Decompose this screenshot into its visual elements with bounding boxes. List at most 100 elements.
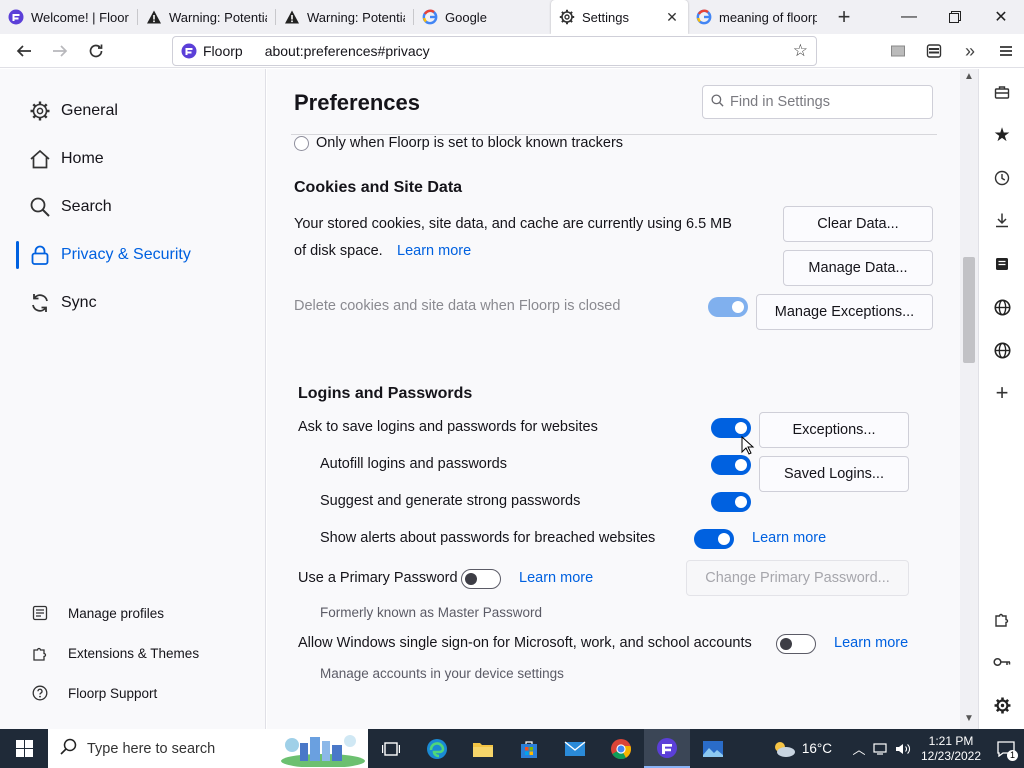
manage-data-button[interactable]: Manage Data... <box>783 250 933 286</box>
sidebar-toggle-icon[interactable] <box>916 43 952 59</box>
close-window-button[interactable]: ✕ <box>978 0 1024 34</box>
tab-label: Welcome! | Floorp <box>31 9 129 25</box>
google-icon <box>422 9 438 25</box>
screenshot-icon[interactable] <box>880 43 916 59</box>
tab-meaning-of-floorp[interactable]: meaning of floorp <box>688 0 825 34</box>
identity-label: Floorp <box>203 43 243 59</box>
reload-button[interactable] <box>78 35 114 67</box>
tab-google[interactable]: Google <box>414 0 551 34</box>
bookmarks-star-icon[interactable]: ★ <box>979 119 1024 151</box>
weather-temp[interactable]: 16°C <box>802 741 832 756</box>
settings-gear-icon[interactable] <box>979 689 1024 721</box>
toolbox-icon[interactable] <box>979 76 1024 108</box>
scroll-down-icon[interactable]: ▼ <box>960 713 978 724</box>
taskbar-search-placeholder: Type here to search <box>87 740 216 757</box>
delete-on-close-toggle[interactable] <box>708 297 748 317</box>
hamburger-menu-icon[interactable] <box>988 43 1024 59</box>
cookies-heading: Cookies and Site Data <box>294 179 463 196</box>
restore-button[interactable] <box>932 0 978 34</box>
url-text[interactable]: about:preferences#privacy <box>265 43 430 59</box>
tab-settings[interactable]: Settings ✕ <box>551 0 688 34</box>
notification-center-icon[interactable]: 1 <box>988 740 1024 761</box>
identity-box[interactable]: Floorp <box>181 43 243 59</box>
weather-icon[interactable] <box>770 740 798 758</box>
new-tab-button[interactable]: + <box>827 0 861 34</box>
ask-save-toggle[interactable] <box>711 418 751 438</box>
floorp-support-link[interactable]: Floorp Support <box>32 681 157 705</box>
search-icon <box>60 738 77 760</box>
category-label: Privacy & Security <box>61 246 191 263</box>
key-icon[interactable] <box>979 646 1024 678</box>
clock-date: 12/23/2022 <box>920 748 982 763</box>
clear-data-button[interactable]: Clear Data... <box>783 206 933 242</box>
edge-browser-icon[interactable] <box>414 729 460 768</box>
manage-exceptions-button[interactable]: Manage Exceptions... <box>756 294 933 330</box>
tab-welcome[interactable]: Welcome! | Floorp <box>0 0 137 34</box>
extensions-puzzle-icon[interactable] <box>979 603 1024 635</box>
start-button[interactable] <box>0 729 48 768</box>
autofill-toggle[interactable] <box>711 455 751 475</box>
windows-sso-toggle[interactable] <box>776 634 816 654</box>
category-privacy-security[interactable]: Privacy & Security <box>0 235 266 275</box>
cookies-learn-more-link[interactable]: Learn more <box>397 243 471 259</box>
photos-icon[interactable] <box>690 729 736 768</box>
category-label: Sync <box>61 294 97 311</box>
sso-learn-more-link[interactable]: Learn more <box>834 635 908 651</box>
category-search[interactable]: Search <box>0 187 266 227</box>
tab-warning-2[interactable]: Warning: Potential <box>276 0 413 34</box>
page-title: Preferences <box>294 90 420 115</box>
suggest-toggle[interactable] <box>711 492 751 512</box>
notification-badge: 1 <box>1007 749 1018 761</box>
chrome-icon[interactable] <box>598 729 644 768</box>
tab-label: Settings <box>582 9 629 25</box>
scroll-up-icon[interactable]: ▲ <box>960 71 978 82</box>
content-scrollbar[interactable]: ▲ ▼ <box>960 69 978 729</box>
web-panel-globe-icon[interactable] <box>979 334 1024 366</box>
tracker-only-radio[interactable] <box>294 136 309 151</box>
add-panel-plus-icon[interactable]: + <box>979 377 1024 409</box>
manage-profiles-link[interactable]: Manage profiles <box>32 601 164 625</box>
minimize-button[interactable]: — <box>886 0 932 34</box>
primary-password-toggle[interactable] <box>461 569 501 589</box>
downloads-icon[interactable] <box>979 204 1024 236</box>
close-tab-icon[interactable]: ✕ <box>664 9 680 25</box>
change-primary-password-button[interactable]: Change Primary Password... <box>686 560 909 596</box>
puzzle-icon <box>32 645 48 661</box>
back-arrow-icon <box>16 44 31 57</box>
scrollbar-thumb[interactable] <box>963 257 975 363</box>
bookmark-star-icon[interactable]: ☆ <box>793 41 808 61</box>
exceptions-button[interactable]: Exceptions... <box>759 412 909 448</box>
microsoft-store-icon[interactable] <box>506 729 552 768</box>
breach-alerts-toggle[interactable] <box>694 529 734 549</box>
mail-icon[interactable] <box>552 729 598 768</box>
breach-learn-more-link[interactable]: Learn more <box>752 530 826 546</box>
network-icon[interactable] <box>870 742 892 756</box>
tab-warning-1[interactable]: Warning: Potential <box>138 0 275 34</box>
forward-button[interactable] <box>42 35 78 67</box>
footer-link-label: Floorp Support <box>68 685 158 701</box>
taskbar-search-box[interactable]: Type here to search <box>48 729 368 768</box>
overflow-chevron-icon[interactable]: » <box>952 41 988 62</box>
find-in-settings-placeholder: Find in Settings <box>730 94 830 110</box>
category-sync[interactable]: Sync <box>0 283 266 323</box>
system-clock[interactable]: 1:21 PM 12/23/2022 <box>914 734 988 764</box>
sync-icon <box>28 291 52 315</box>
category-home[interactable]: Home <box>0 139 266 179</box>
url-bar[interactable]: Floorp about:preferences#privacy ☆ <box>172 36 817 66</box>
find-in-settings-input[interactable]: Find in Settings <box>702 85 933 119</box>
web-panel-globe-icon[interactable] <box>979 291 1024 323</box>
extensions-themes-link[interactable]: Extensions & Themes <box>32 641 199 665</box>
task-view-icon[interactable] <box>368 729 414 768</box>
manage-accounts-note: Manage accounts in your device settings <box>320 666 564 681</box>
file-explorer-icon[interactable] <box>460 729 506 768</box>
search-highlight-graphic <box>278 731 368 767</box>
floorp-taskbar-icon[interactable] <box>644 729 690 768</box>
tray-chevron-icon[interactable]: ︿ <box>848 739 870 758</box>
category-general[interactable]: General <box>0 91 266 131</box>
back-button[interactable] <box>6 35 42 67</box>
saved-logins-button[interactable]: Saved Logins... <box>759 456 909 492</box>
primary-learn-more-link[interactable]: Learn more <box>519 570 593 586</box>
history-clock-icon[interactable] <box>979 162 1024 194</box>
notes-icon[interactable] <box>979 248 1024 280</box>
volume-icon[interactable] <box>892 742 914 756</box>
